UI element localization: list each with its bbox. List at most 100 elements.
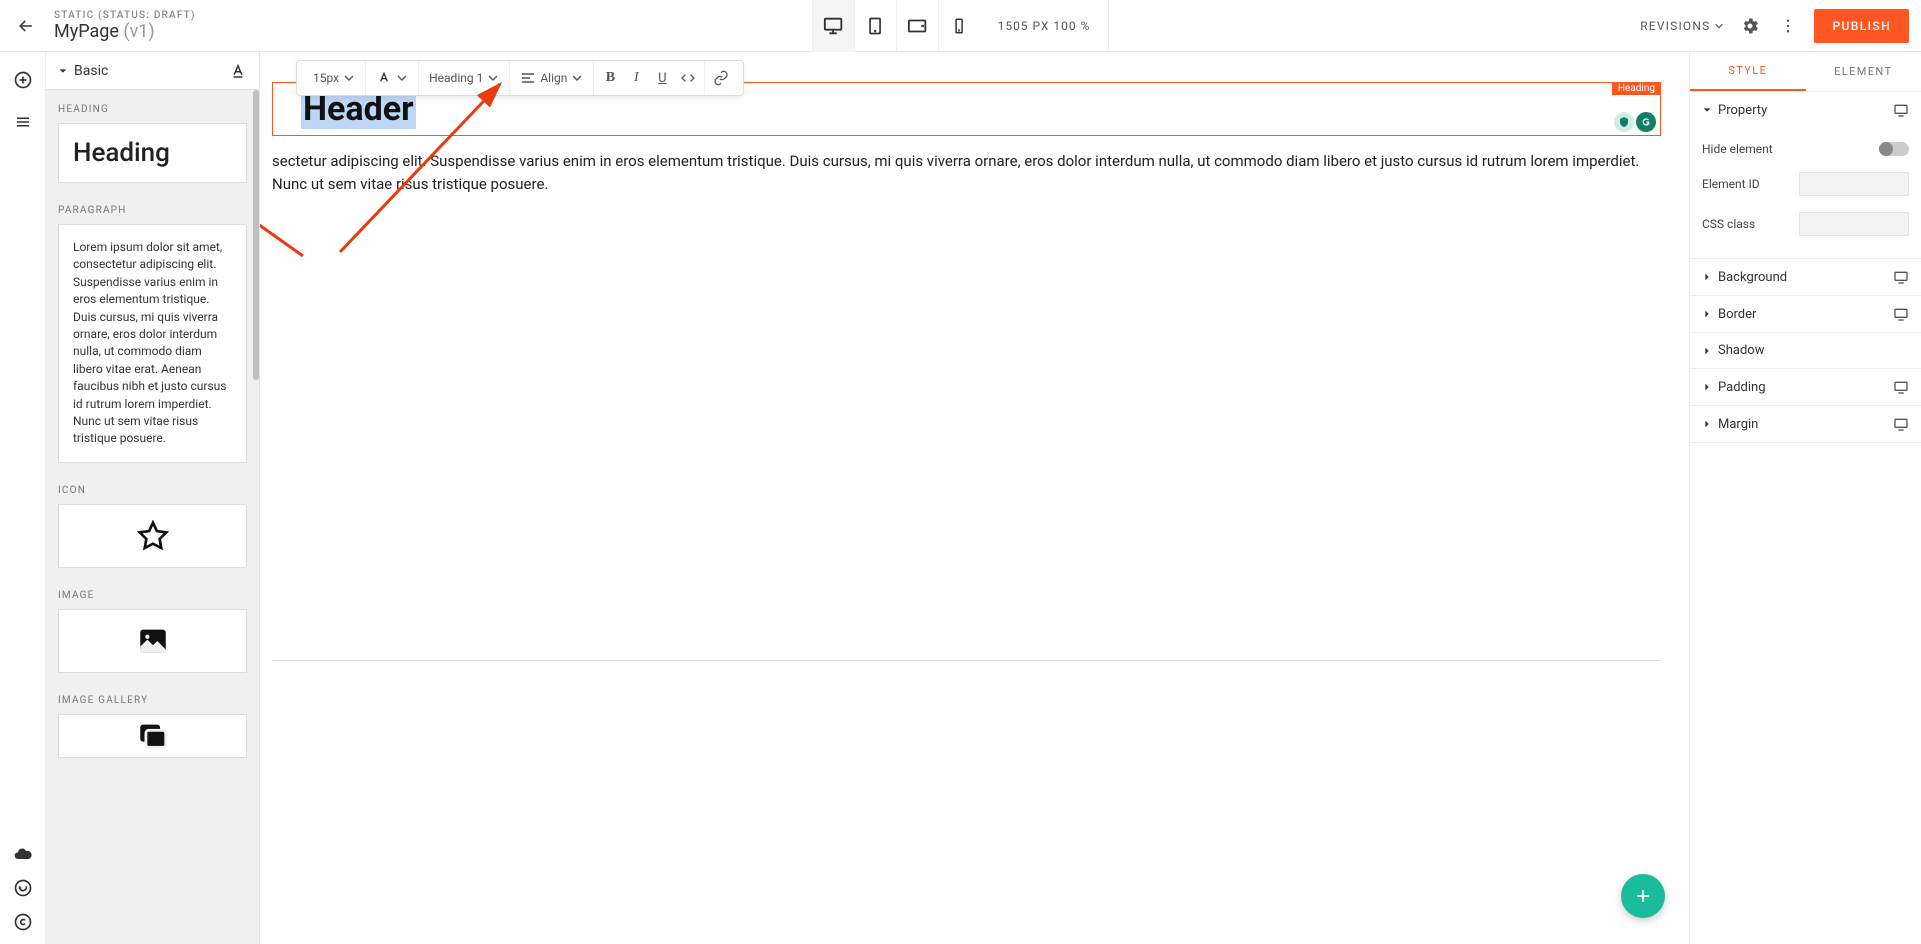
page-version: (v1)	[123, 21, 154, 42]
caret-down-icon	[1702, 105, 1712, 115]
arrow-left-icon	[16, 16, 36, 36]
heading-level-select[interactable]: Heading 1	[425, 71, 503, 85]
hide-element-toggle[interactable]	[1879, 142, 1909, 156]
device-phone-button[interactable]	[938, 0, 980, 52]
image-gallery-component[interactable]	[58, 714, 247, 758]
revisions-dropdown[interactable]: REVISIONS	[1640, 19, 1724, 33]
component-category-label: Basic	[74, 63, 108, 79]
row-element-id: Element ID	[1702, 164, 1909, 204]
topbar-right: REVISIONS PUBLISH	[1640, 9, 1909, 43]
paragraph-sample-text: Lorem ipsum dolor sit amet, consectetur …	[73, 239, 232, 448]
add-fab-button[interactable]	[1621, 874, 1665, 918]
text-color-icon[interactable]	[229, 62, 247, 80]
bold-button[interactable]: B	[600, 70, 620, 86]
component-group-icon: ICON	[46, 471, 259, 576]
section-margin-header[interactable]: Margin	[1690, 406, 1921, 442]
history-rail-button[interactable]	[11, 876, 35, 900]
component-group-paragraph: PARAGRAPH Lorem ipsum dolor sit amet, co…	[46, 191, 259, 471]
tablet-landscape-icon	[906, 15, 928, 37]
grammarly-badge-primary[interactable]	[1636, 112, 1656, 132]
component-group-heading: HEADING Heading	[46, 90, 259, 191]
underline-button[interactable]: U	[652, 71, 672, 86]
components-panel: Basic HEADING Heading PARAGRAPH Lorem ip…	[46, 52, 260, 944]
paragraph-component[interactable]: Lorem ipsum dolor sit amet, consectetur …	[58, 224, 247, 463]
tab-element[interactable]: ELEMENT	[1806, 52, 1921, 91]
code-button[interactable]	[678, 70, 698, 86]
viewport-icon[interactable]	[1893, 102, 1909, 118]
device-tablet-landscape-button[interactable]	[896, 0, 938, 52]
left-rail	[0, 52, 46, 944]
row-hide-element: Hide element	[1702, 134, 1909, 164]
align-left-icon	[520, 70, 536, 86]
italic-button[interactable]: I	[626, 70, 646, 86]
canvas-zoom-info[interactable]: 1505 PX 100 %	[980, 0, 1110, 52]
section-margin: Margin	[1690, 406, 1921, 443]
selection-tag: Heading	[1612, 82, 1661, 95]
gear-icon	[1740, 16, 1760, 36]
caret-down-icon	[1714, 21, 1724, 31]
phone-icon	[950, 17, 968, 35]
component-label: PARAGRAPH	[58, 205, 247, 216]
text-editor-toolbar: 15px Heading 1 Align	[296, 60, 744, 96]
history-icon	[13, 878, 33, 898]
paragraph-element[interactable]: sectetur adipiscing elit. Suspendisse va…	[272, 150, 1661, 195]
align-label: Align	[540, 71, 567, 85]
copyright-rail-button[interactable]	[11, 910, 35, 934]
link-button[interactable]	[711, 70, 731, 86]
page-status: STATIC (STATUS: DRAFT)	[54, 10, 196, 21]
heading-component[interactable]: Heading	[58, 123, 247, 183]
viewport-icon[interactable]	[1893, 416, 1909, 432]
caret-right-icon	[1702, 419, 1712, 429]
scrollbar-thumb[interactable]	[253, 90, 259, 380]
element-id-input[interactable]	[1799, 172, 1909, 196]
grammarly-badge-secondary[interactable]	[1614, 112, 1634, 132]
plus-circle-icon	[13, 70, 33, 90]
add-element-rail-button[interactable]	[11, 68, 35, 92]
tablet-portrait-icon	[865, 16, 885, 36]
cloud-status-button[interactable]	[11, 842, 35, 866]
text-color-select[interactable]	[372, 70, 412, 86]
inspector-panel: STYLE ELEMENT Property Hide element Elem…	[1689, 52, 1921, 944]
chevron-down-icon	[571, 72, 583, 84]
device-desktop-button[interactable]	[812, 0, 854, 52]
image-component[interactable]	[58, 609, 247, 673]
plus-icon	[1633, 886, 1653, 906]
section-title: Border	[1718, 307, 1756, 322]
components-panel-header[interactable]: Basic	[46, 52, 259, 90]
icon-component[interactable]	[58, 504, 247, 568]
section-background-header[interactable]: Background	[1690, 259, 1921, 295]
page-title: MyPage (v1)	[54, 21, 196, 42]
grammarly-g-icon	[1640, 116, 1652, 128]
caret-down-icon	[58, 66, 68, 76]
section-padding-header[interactable]: Padding	[1690, 369, 1921, 405]
chevron-down-icon	[343, 72, 355, 84]
desktop-icon	[822, 15, 844, 37]
menu-icon	[14, 113, 32, 131]
image-gallery-icon	[136, 719, 170, 753]
section-shadow-header[interactable]: Shadow	[1690, 333, 1921, 368]
page-content: Heading Header sectetur adipiscing elit.…	[272, 82, 1661, 195]
star-icon	[137, 520, 169, 552]
back-button[interactable]	[12, 12, 40, 40]
tab-style[interactable]: STYLE	[1690, 52, 1806, 91]
device-tablet-portrait-button[interactable]	[854, 0, 896, 52]
cloud-check-icon	[13, 844, 33, 864]
viewport-icon[interactable]	[1893, 306, 1909, 322]
layers-rail-button[interactable]	[11, 110, 35, 134]
section-property-header[interactable]: Property	[1690, 92, 1921, 128]
settings-button[interactable]	[1738, 14, 1762, 38]
section-background: Background	[1690, 259, 1921, 296]
section-border-header[interactable]: Border	[1690, 296, 1921, 332]
canvas[interactable]: 15px Heading 1 Align	[260, 52, 1689, 944]
text-align-select[interactable]: Align	[516, 70, 587, 86]
publish-button[interactable]: PUBLISH	[1814, 9, 1909, 43]
viewport-icon[interactable]	[1893, 269, 1909, 285]
more-menu-button[interactable]	[1776, 14, 1800, 38]
section-title: Padding	[1718, 380, 1766, 395]
side-panel-scrollbar[interactable]	[253, 90, 259, 944]
component-group-image-gallery: IMAGE GALLERY	[46, 681, 259, 788]
viewport-icon[interactable]	[1893, 379, 1909, 395]
font-size-select[interactable]: 15px	[309, 71, 359, 85]
image-icon	[136, 624, 170, 658]
css-class-input[interactable]	[1799, 212, 1909, 236]
